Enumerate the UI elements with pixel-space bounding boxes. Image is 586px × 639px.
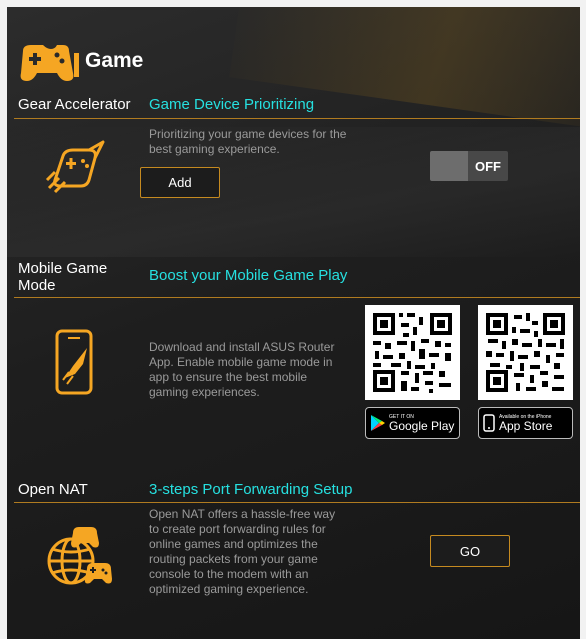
section-divider (14, 297, 580, 298)
google-play-qr-code (365, 305, 460, 400)
section-label-mobile-game-mode: Mobile Game Mode (18, 260, 108, 294)
gear-accelerator-toggle[interactable]: OFF (430, 151, 508, 181)
app-store-qr-code (478, 305, 573, 400)
google-play-badge[interactable]: GET IT ON Google Play (365, 407, 460, 439)
toggle-knob (430, 151, 468, 181)
toggle-state-label: OFF (468, 151, 508, 181)
phone-rocket-icon (55, 329, 93, 395)
page-title: Game (85, 49, 144, 72)
section-label-open-nat: Open NAT (18, 481, 88, 498)
section-title-port-forwarding-setup: 3-steps Port Forwarding Setup (149, 481, 353, 498)
app-store-big-text: App Store (499, 418, 553, 433)
gamepad-icon (20, 45, 79, 81)
section-divider (14, 502, 580, 503)
rocket-gamepad-icon (45, 140, 105, 194)
mobile-description: Download and install ASUS Router App. En… (149, 340, 335, 399)
go-button[interactable]: GO (430, 535, 510, 567)
section-title-game-device-prioritizing: Game Device Prioritizing (149, 96, 315, 113)
google-play-big-text: Google Play (389, 418, 455, 433)
section-title-boost-mobile-game-play: Boost your Mobile Game Play (149, 267, 348, 284)
app-store-badge[interactable]: Available on the iPhone App Store (478, 407, 573, 439)
section-label-gear-accelerator: Gear Accelerator (18, 96, 131, 113)
nat-description: Open NAT offers a hassle-free way to cre… (149, 507, 336, 596)
globe-gamepad-icon (47, 527, 112, 585)
iphone-icon (483, 414, 495, 432)
add-button[interactable]: Add (140, 167, 220, 198)
gear-description: Prioritizing your game devices for the b… (149, 127, 347, 156)
game-panel: Game Gear Accelerator Game Device Priori… (7, 7, 580, 639)
google-play-icon (371, 415, 385, 431)
section-divider (14, 118, 580, 119)
